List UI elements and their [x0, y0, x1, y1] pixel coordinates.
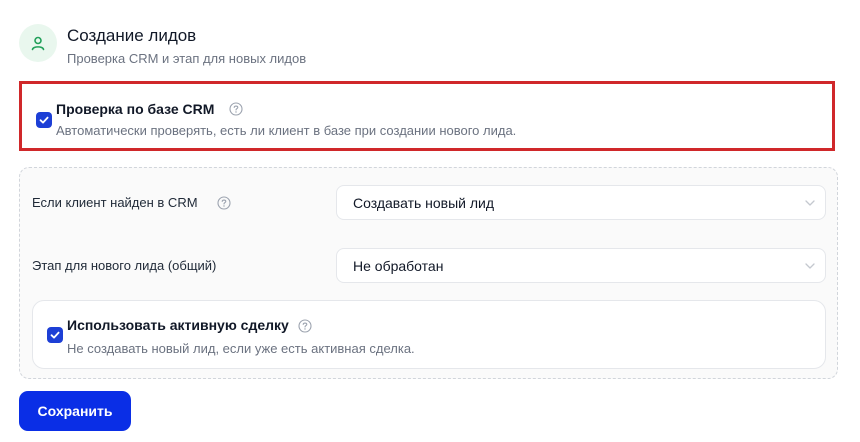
- help-icon[interactable]: [217, 196, 231, 210]
- active-deal-card: [32, 300, 826, 369]
- checkmark-icon: [50, 331, 60, 339]
- section-title: Создание лидов: [67, 26, 197, 45]
- crm-check-label[interactable]: Проверка по базе CRM: [56, 101, 214, 117]
- active-deal-label[interactable]: Использовать активную сделку: [67, 317, 289, 333]
- crm-check-checkbox[interactable]: [36, 112, 52, 128]
- help-icon[interactable]: [298, 319, 312, 333]
- client-found-value: Создавать новый лид: [353, 194, 495, 211]
- active-deal-description: Не создавать новый лид, если уже есть ак…: [67, 341, 415, 356]
- client-found-select[interactable]: Создавать новый лид: [336, 185, 826, 220]
- help-icon[interactable]: [229, 102, 243, 116]
- new-lead-stage-select[interactable]: Не обработан: [336, 248, 826, 283]
- new-lead-stage-label: Этап для нового лида (общий): [32, 258, 217, 273]
- crm-check-description: Автоматически проверять, есть ли клиент …: [56, 123, 517, 138]
- new-lead-stage-value: Не обработан: [353, 257, 444, 274]
- checkmark-icon: [39, 116, 49, 124]
- chevron-down-icon: [805, 263, 815, 269]
- user-icon: [31, 36, 45, 51]
- section-subtitle: Проверка CRM и этап для новых лидов: [67, 51, 307, 66]
- section-avatar: [19, 24, 57, 62]
- save-button[interactable]: Сохранить: [19, 391, 131, 431]
- client-found-label: Если клиент найден в CRM: [32, 195, 198, 210]
- active-deal-checkbox[interactable]: [47, 327, 63, 343]
- chevron-down-icon: [805, 200, 815, 206]
